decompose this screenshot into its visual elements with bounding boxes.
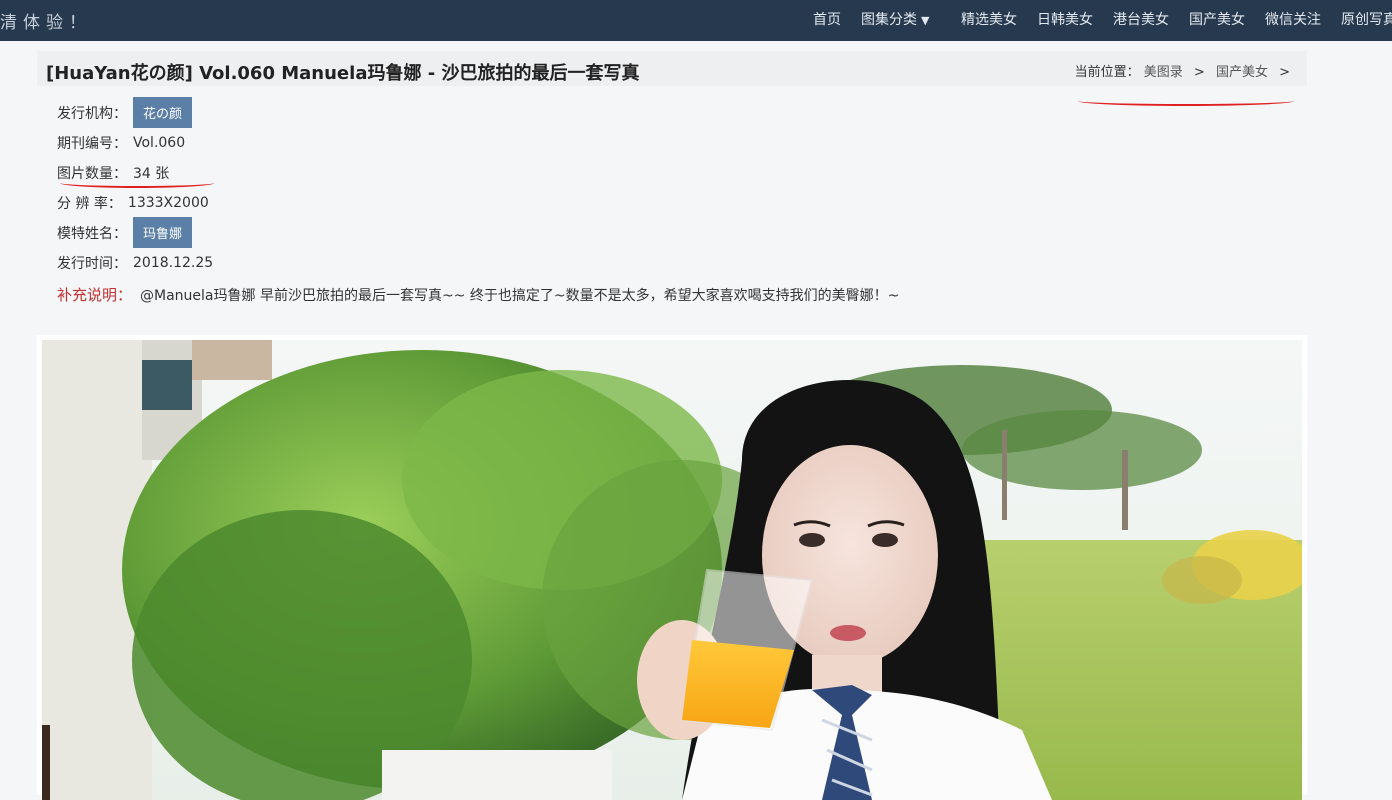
photo-frame <box>37 335 1307 800</box>
note-text: @Manuela玛鲁娜 早前沙巴旅拍的最后一套写真~~ 终于也搞定了~数量不是太… <box>140 287 900 304</box>
breadcrumb: 当前位置： 美图录 > 国产美女 > <box>1075 61 1297 80</box>
breadcrumb-domestic[interactable]: 国产美女 <box>1216 65 1268 80</box>
resolution-label: 分 辨 率： <box>57 196 122 212</box>
issue-label: 期刊编号： <box>57 136 127 152</box>
meta-resolution: 分 辨 率： 1333X2000 <box>57 193 209 213</box>
date-label: 发行时间： <box>57 256 127 272</box>
site-brand[interactable]: 清体验！ <box>0 8 92 33</box>
nav-original[interactable]: 原创写真 <box>1341 9 1392 29</box>
breadcrumb-separator: > <box>1193 65 1205 80</box>
nav-home[interactable]: 首页 <box>813 9 841 29</box>
meta-publisher: 发行机构： 花の颜 <box>57 97 193 128</box>
top-navbar: 清体验！ 首页 图集分类 ▼ 精选美女 日韩美女 港台美女 国产美女 微信关注 原… <box>0 0 1392 41</box>
breadcrumb-label: 当前位置： <box>1074 65 1140 80</box>
breadcrumb-home[interactable]: 美图录 <box>1144 65 1183 80</box>
nav-hk-tw[interactable]: 港台美女 <box>1113 9 1169 29</box>
annotation-underline-breadcrumb <box>1078 96 1294 106</box>
nav-wechat[interactable]: 微信关注 <box>1265 9 1321 29</box>
resolution-value: 1333X2000 <box>127 195 209 211</box>
title-bar: [HuaYan花の颜] Vol.060 Manuela玛鲁娜 - 沙巴旅拍的最后… <box>37 51 1307 86</box>
nav-categories[interactable]: 图集分类 ▼ <box>861 9 929 29</box>
photo-illustration <box>42 340 1302 800</box>
breadcrumb-separator: > <box>1279 65 1290 80</box>
annotation-underline-count <box>60 178 214 188</box>
meta-date: 发行时间： 2018.12.25 <box>57 253 213 273</box>
publisher-label: 发行机构： <box>57 105 127 122</box>
nav-domestic[interactable]: 国产美女 <box>1189 9 1245 29</box>
meta-note: 补充说明： @Manuela玛鲁娜 早前沙巴旅拍的最后一套写真~~ 终于也搞定了… <box>57 284 899 305</box>
chevron-down-icon: ▼ <box>921 14 930 27</box>
note-label: 补充说明： <box>57 286 133 304</box>
nav-featured[interactable]: 精选美女 <box>961 9 1017 29</box>
meta-model: 模特姓名： 玛鲁娜 <box>57 217 193 248</box>
meta-issue: 期刊编号： Vol.060 <box>57 133 185 153</box>
publisher-tag[interactable]: 花の颜 <box>133 97 193 128</box>
model-label: 模特姓名： <box>57 225 127 242</box>
issue-value: Vol.060 <box>133 135 186 151</box>
gallery-photo[interactable] <box>42 340 1302 800</box>
date-value: 2018.12.25 <box>133 255 214 271</box>
nav-categories-label: 图集分类 <box>861 12 917 28</box>
model-tag[interactable]: 玛鲁娜 <box>133 217 193 248</box>
page-title: [HuaYan花の颜] Vol.060 Manuela玛鲁娜 - 沙巴旅拍的最后… <box>46 63 640 84</box>
nav-japan-korea[interactable]: 日韩美女 <box>1037 9 1093 29</box>
